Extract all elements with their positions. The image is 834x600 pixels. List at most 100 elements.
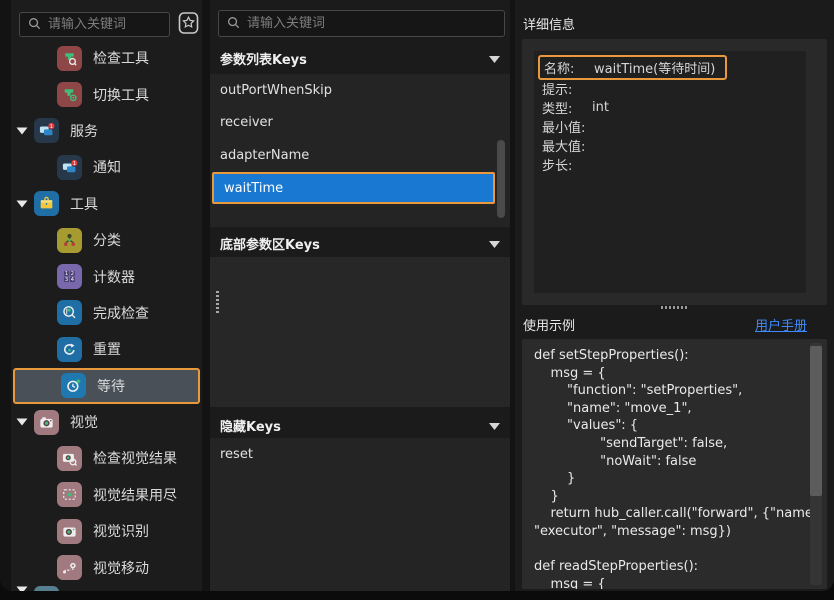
field-label: 最大值: xyxy=(542,136,592,155)
param-item[interactable]: receiver xyxy=(210,107,510,140)
vision-move-icon xyxy=(57,555,82,580)
section-title: 参数列表Keys xyxy=(220,49,307,68)
tool-tree: 检查工具切换工具 1 服务 1 通知工具分类 1234计数器完成检查重置等待视觉检查视觉结… xyxy=(11,40,202,591)
vision-check-icon xyxy=(57,446,82,471)
section-header-param-list[interactable]: 参数列表Keys xyxy=(210,44,510,72)
tree-item-label: 视觉移动 xyxy=(93,558,149,578)
user-manual-link[interactable]: 用户手册 xyxy=(755,315,807,334)
vision-exhausted-icon xyxy=(57,482,82,507)
expand-arrow-icon[interactable] xyxy=(15,586,29,591)
field-row: 提示: xyxy=(542,79,798,98)
classify-icon xyxy=(57,228,82,253)
param-item[interactable]: adapterName xyxy=(210,139,510,172)
service-chat-icon: 1 xyxy=(34,118,59,143)
chevron-down-icon[interactable] xyxy=(489,416,500,435)
tree-item-label: 视觉结果用尽 xyxy=(93,485,177,505)
param-list-scrollbar[interactable] xyxy=(497,140,505,218)
code-block: def setStepProperties(): msg = { "functi… xyxy=(534,347,799,589)
details-box: 名称:waitTime(等待时间)提示:类型:int最小值:最大值:步长: xyxy=(522,39,827,305)
tool-tree-panel: 检查工具切换工具 1 服务 1 通知工具分类 1234计数器完成检查重置等待视觉检查视觉结… xyxy=(11,0,202,591)
hidden-partial-icon xyxy=(34,586,59,591)
field-row: 最大值: xyxy=(542,136,798,155)
expand-arrow-icon[interactable] xyxy=(15,418,29,426)
tree-item[interactable]: 1234计数器 xyxy=(11,258,202,294)
field-row: 名称:waitTime(等待时间) xyxy=(542,56,798,79)
svg-text:3: 3 xyxy=(65,277,68,283)
tree-item[interactable]: 1 服务 xyxy=(11,113,202,149)
switch-tool-icon xyxy=(57,82,82,107)
usage-example-title: 使用示例 xyxy=(523,315,575,334)
counter-icon: 1234 xyxy=(57,264,82,289)
section-list-0: outPortWhenSkipreceiveradapterNamewaitTi… xyxy=(210,74,510,227)
tree-item[interactable]: 视觉移动 xyxy=(11,549,202,585)
section-splitter-handle[interactable] xyxy=(216,291,219,314)
section-list-1 xyxy=(210,257,510,407)
tree-item[interactable]: 重置 xyxy=(11,331,202,367)
code-scrollbar-thumb[interactable] xyxy=(810,346,822,496)
wait-icon xyxy=(61,373,86,398)
vision-recognize-icon xyxy=(57,519,82,544)
field-label: 名称: xyxy=(544,58,594,77)
tree-item[interactable]: 等待 xyxy=(13,368,200,404)
tree-item[interactable] xyxy=(11,586,202,591)
parameter-keys-panel: 参数列表Keys outPortWhenSkipreceiveradapterN… xyxy=(210,0,510,591)
tree-item-label: 视觉 xyxy=(70,412,98,432)
toolbox-icon xyxy=(34,191,59,216)
section-title: 隐藏Keys xyxy=(220,416,281,435)
app-window: 检查工具切换工具 1 服务 1 通知工具分类 1234计数器完成检查重置等待视觉检查视觉结… xyxy=(0,0,834,591)
tree-item-label: 等待 xyxy=(97,376,125,396)
field-row: 步长: xyxy=(542,155,798,174)
tree-item-label: 切换工具 xyxy=(93,85,149,105)
field-label: 步长: xyxy=(542,155,592,174)
details-title: 详细信息 xyxy=(523,14,575,33)
middle-search-input[interactable] xyxy=(247,16,496,31)
field-label: 类型: xyxy=(542,98,592,117)
search-icon xyxy=(28,15,41,34)
code-scrollbar-track[interactable] xyxy=(810,343,822,585)
expand-arrow-icon[interactable] xyxy=(15,200,29,208)
field-label: 最小值: xyxy=(542,117,592,136)
tree-item-label: 检查视觉结果 xyxy=(93,448,177,468)
tree-item[interactable]: 视觉结果用尽 xyxy=(11,477,202,513)
details-fields: 名称:waitTime(等待时间)提示:类型:int最小值:最大值:步长: xyxy=(534,51,806,293)
section-header-bottom-params[interactable]: 底部参数区Keys xyxy=(210,229,510,257)
tree-item-label: 分类 xyxy=(93,230,121,250)
section-header-hidden-keys[interactable]: 隐藏Keys xyxy=(210,411,510,439)
tree-item[interactable]: 完成检查 xyxy=(11,295,202,331)
tree-item-label: 检查工具 xyxy=(93,48,149,68)
field-highlight-box: 名称:waitTime(等待时间) xyxy=(538,55,727,80)
param-item[interactable]: reset xyxy=(210,438,510,471)
panel-splitter-handle[interactable] xyxy=(661,306,688,309)
field-value: waitTime(等待时间) xyxy=(594,58,715,77)
tree-item[interactable]: 切换工具 xyxy=(11,76,202,112)
tree-item-label: 重置 xyxy=(93,339,121,359)
field-label: 提示: xyxy=(542,79,592,98)
tree-item[interactable]: 视觉识别 xyxy=(11,513,202,549)
tree-item-label: 通知 xyxy=(93,157,121,177)
tree-item-label: 工具 xyxy=(70,194,98,214)
star-box-icon xyxy=(177,11,200,39)
middle-search-box[interactable] xyxy=(218,10,505,37)
tree-item[interactable]: 检查工具 xyxy=(11,40,202,76)
left-search-input[interactable] xyxy=(48,17,161,32)
tree-item-label: 视觉识别 xyxy=(93,521,149,541)
param-item[interactable]: outPortWhenSkip xyxy=(210,74,510,107)
chevron-down-icon[interactable] xyxy=(489,234,500,253)
tree-item[interactable]: 分类 xyxy=(11,222,202,258)
chevron-down-icon[interactable] xyxy=(489,49,500,68)
favorites-button[interactable] xyxy=(176,12,201,37)
tree-item-label: 服务 xyxy=(70,121,98,141)
tree-item[interactable]: 工具 xyxy=(11,186,202,222)
tree-item[interactable]: 1 通知 xyxy=(11,149,202,185)
search-icon xyxy=(227,14,240,33)
expand-arrow-icon[interactable] xyxy=(15,127,29,135)
inspect-tool-icon xyxy=(57,46,82,71)
tree-item-label: 完成检查 xyxy=(93,303,149,323)
field-row: 最小值: xyxy=(542,117,798,136)
param-item[interactable]: waitTime xyxy=(212,172,495,205)
left-search-box[interactable] xyxy=(19,12,170,37)
svg-text:1: 1 xyxy=(50,124,53,130)
tree-item[interactable]: 视觉 xyxy=(11,404,202,440)
tree-item[interactable]: 检查视觉结果 xyxy=(11,440,202,476)
svg-text:1: 1 xyxy=(73,161,76,167)
